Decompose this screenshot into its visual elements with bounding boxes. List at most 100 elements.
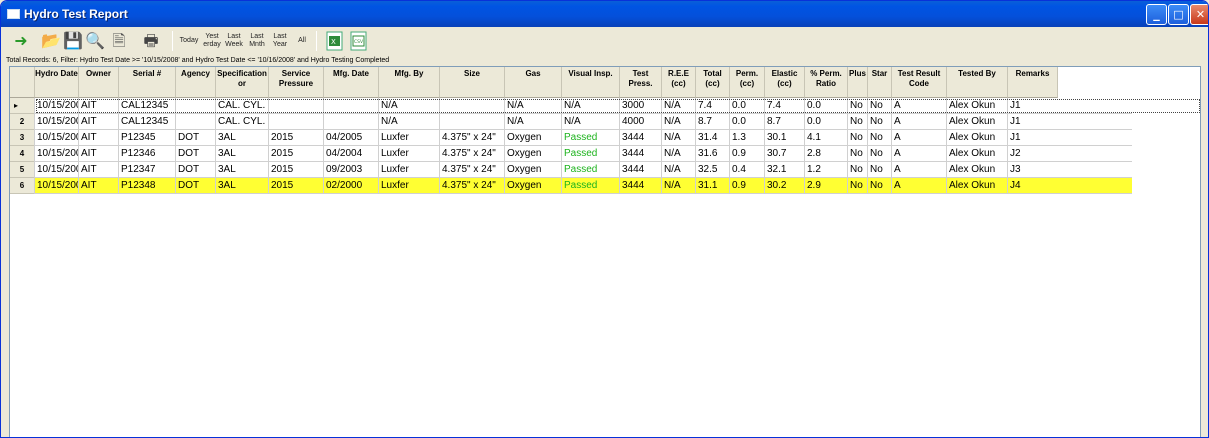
column-header[interactable]: Mfg. By: [379, 67, 440, 98]
table-cell[interactable]: No: [850, 162, 867, 178]
table-cell[interactable]: 10/15/2008: [37, 146, 78, 162]
table-cell[interactable]: No: [850, 130, 867, 146]
table-cell[interactable]: A: [894, 162, 946, 178]
table-cell[interactable]: No: [870, 114, 891, 130]
table-cell[interactable]: 3444: [622, 146, 661, 162]
column-header[interactable]: Size: [440, 67, 505, 98]
table-cell[interactable]: A: [894, 178, 946, 194]
column-header[interactable]: % Perm. Ratio: [805, 67, 848, 98]
table-cell[interactable]: 8.7: [698, 114, 729, 130]
last-month-button[interactable]: Last Mnth: [246, 30, 268, 52]
table-cell[interactable]: 09/2003: [326, 162, 378, 178]
row-number[interactable]: 5: [10, 162, 35, 178]
table-cell[interactable]: No: [850, 146, 867, 162]
table-cell[interactable]: 4.1: [807, 130, 847, 146]
table-cell[interactable]: No: [850, 114, 867, 130]
table-cell[interactable]: No: [870, 146, 891, 162]
table-cell[interactable]: 4.375" x 24": [442, 146, 504, 162]
table-cell[interactable]: Alex Okun: [949, 162, 1007, 178]
column-header[interactable]: Total (cc): [696, 67, 730, 98]
maximize-button[interactable]: □: [1168, 4, 1189, 25]
table-cell[interactable]: P12348: [121, 178, 175, 194]
search-icon[interactable]: 🔍: [84, 30, 106, 52]
table-cell[interactable]: Alex Okun: [949, 146, 1007, 162]
table-cell[interactable]: N/A: [564, 114, 619, 130]
row-number[interactable]: 3: [10, 130, 35, 146]
table-cell[interactable]: 10/15/2008: [37, 114, 78, 130]
table-cell[interactable]: N/A: [664, 114, 695, 130]
table-cell[interactable]: 10/15/2008: [37, 162, 78, 178]
open-folder-icon[interactable]: 📂: [40, 30, 62, 52]
save-icon[interactable]: 💾: [62, 30, 84, 52]
table-cell[interactable]: J3: [1010, 162, 1057, 178]
table-cell[interactable]: N/A: [507, 114, 561, 130]
table-cell[interactable]: Alex Okun: [949, 114, 1007, 130]
table-cell[interactable]: J2: [1010, 146, 1057, 162]
table-cell[interactable]: N/A: [664, 146, 695, 162]
table-cell[interactable]: 2015: [271, 162, 323, 178]
table-cell[interactable]: 4.375" x 24": [442, 162, 504, 178]
column-header[interactable]: Test Result Code: [892, 67, 947, 98]
all-button[interactable]: All: [294, 30, 310, 52]
table-cell[interactable]: No: [850, 178, 867, 194]
table-cell[interactable]: 3AL: [218, 146, 268, 162]
table-cell[interactable]: 10/15/2008: [37, 178, 78, 194]
column-header[interactable]: Perm. (cc): [730, 67, 765, 98]
table-cell[interactable]: 0.0: [732, 114, 764, 130]
table-cell[interactable]: 4.375" x 24": [442, 178, 504, 194]
table-cell[interactable]: AIT: [81, 146, 118, 162]
table-cell[interactable]: J4: [1010, 178, 1057, 194]
table-cell[interactable]: 3444: [622, 178, 661, 194]
table-cell[interactable]: CAL. CYL.: [218, 114, 268, 130]
column-header[interactable]: Service Pressure: [269, 67, 324, 98]
table-cell[interactable]: N/A: [381, 114, 439, 130]
table-cell[interactable]: 3AL: [218, 178, 268, 194]
table-cell[interactable]: Alex Okun: [949, 178, 1007, 194]
table-cell[interactable]: 2015: [271, 130, 323, 146]
table-cell[interactable]: 04/2004: [326, 146, 378, 162]
table-cell[interactable]: Luxfer: [381, 146, 439, 162]
table-cell[interactable]: J1: [1010, 114, 1057, 130]
column-header[interactable]: Gas: [505, 67, 562, 98]
table-cell[interactable]: Oxygen: [507, 130, 561, 146]
table-cell[interactable]: N/A: [664, 162, 695, 178]
table-cell[interactable]: AIT: [81, 114, 118, 130]
table-cell[interactable]: 0.4: [732, 162, 764, 178]
table-cell[interactable]: 8.7: [767, 114, 804, 130]
table-cell[interactable]: 30.1: [767, 130, 804, 146]
table-cell[interactable]: N/A: [664, 130, 695, 146]
table-cell[interactable]: A: [894, 146, 946, 162]
table-cell[interactable]: Luxfer: [381, 130, 439, 146]
table-cell[interactable]: AIT: [81, 178, 118, 194]
column-header[interactable]: Hydro Date: [35, 67, 79, 98]
yesterday-button[interactable]: Yest erday: [202, 30, 222, 52]
table-cell[interactable]: 31.1: [698, 178, 729, 194]
column-header[interactable]: Elastic (cc): [765, 67, 805, 98]
table-cell[interactable]: A: [894, 130, 946, 146]
table-cell[interactable]: Luxfer: [381, 162, 439, 178]
today-button[interactable]: Today: [178, 30, 200, 52]
column-header[interactable]: Serial #: [119, 67, 176, 98]
table-cell[interactable]: 30.2: [767, 178, 804, 194]
table-cell[interactable]: P12345: [121, 130, 175, 146]
table-cell[interactable]: 0.9: [732, 178, 764, 194]
excel-icon[interactable]: X: [324, 30, 346, 52]
table-cell[interactable]: 2015: [271, 178, 323, 194]
column-header[interactable]: R.E.E (cc): [662, 67, 696, 98]
column-header[interactable]: Plus: [848, 67, 868, 98]
report-grid[interactable]: Hydro Date Owner Serial # Agency Specificati…: [9, 66, 1201, 437]
last-year-button[interactable]: Last Year: [270, 30, 290, 52]
column-header[interactable]: Specification or: [216, 67, 269, 98]
table-cell[interactable]: Passed: [564, 178, 619, 194]
table-cell[interactable]: Alex Okun: [949, 130, 1007, 146]
column-header[interactable]: Remarks: [1008, 67, 1058, 98]
row-number[interactable]: 2: [10, 114, 35, 130]
table-cell[interactable]: 2.9: [807, 178, 847, 194]
print-preview-icon[interactable]: 🗎: [108, 30, 130, 52]
table-cell[interactable]: 30.7: [767, 146, 804, 162]
table-cell[interactable]: A: [894, 114, 946, 130]
table-cell[interactable]: AIT: [81, 130, 118, 146]
export-arrow-icon[interactable]: ➜: [10, 30, 32, 52]
table-cell[interactable]: 4.375" x 24": [442, 130, 504, 146]
column-header[interactable]: Owner: [79, 67, 119, 98]
